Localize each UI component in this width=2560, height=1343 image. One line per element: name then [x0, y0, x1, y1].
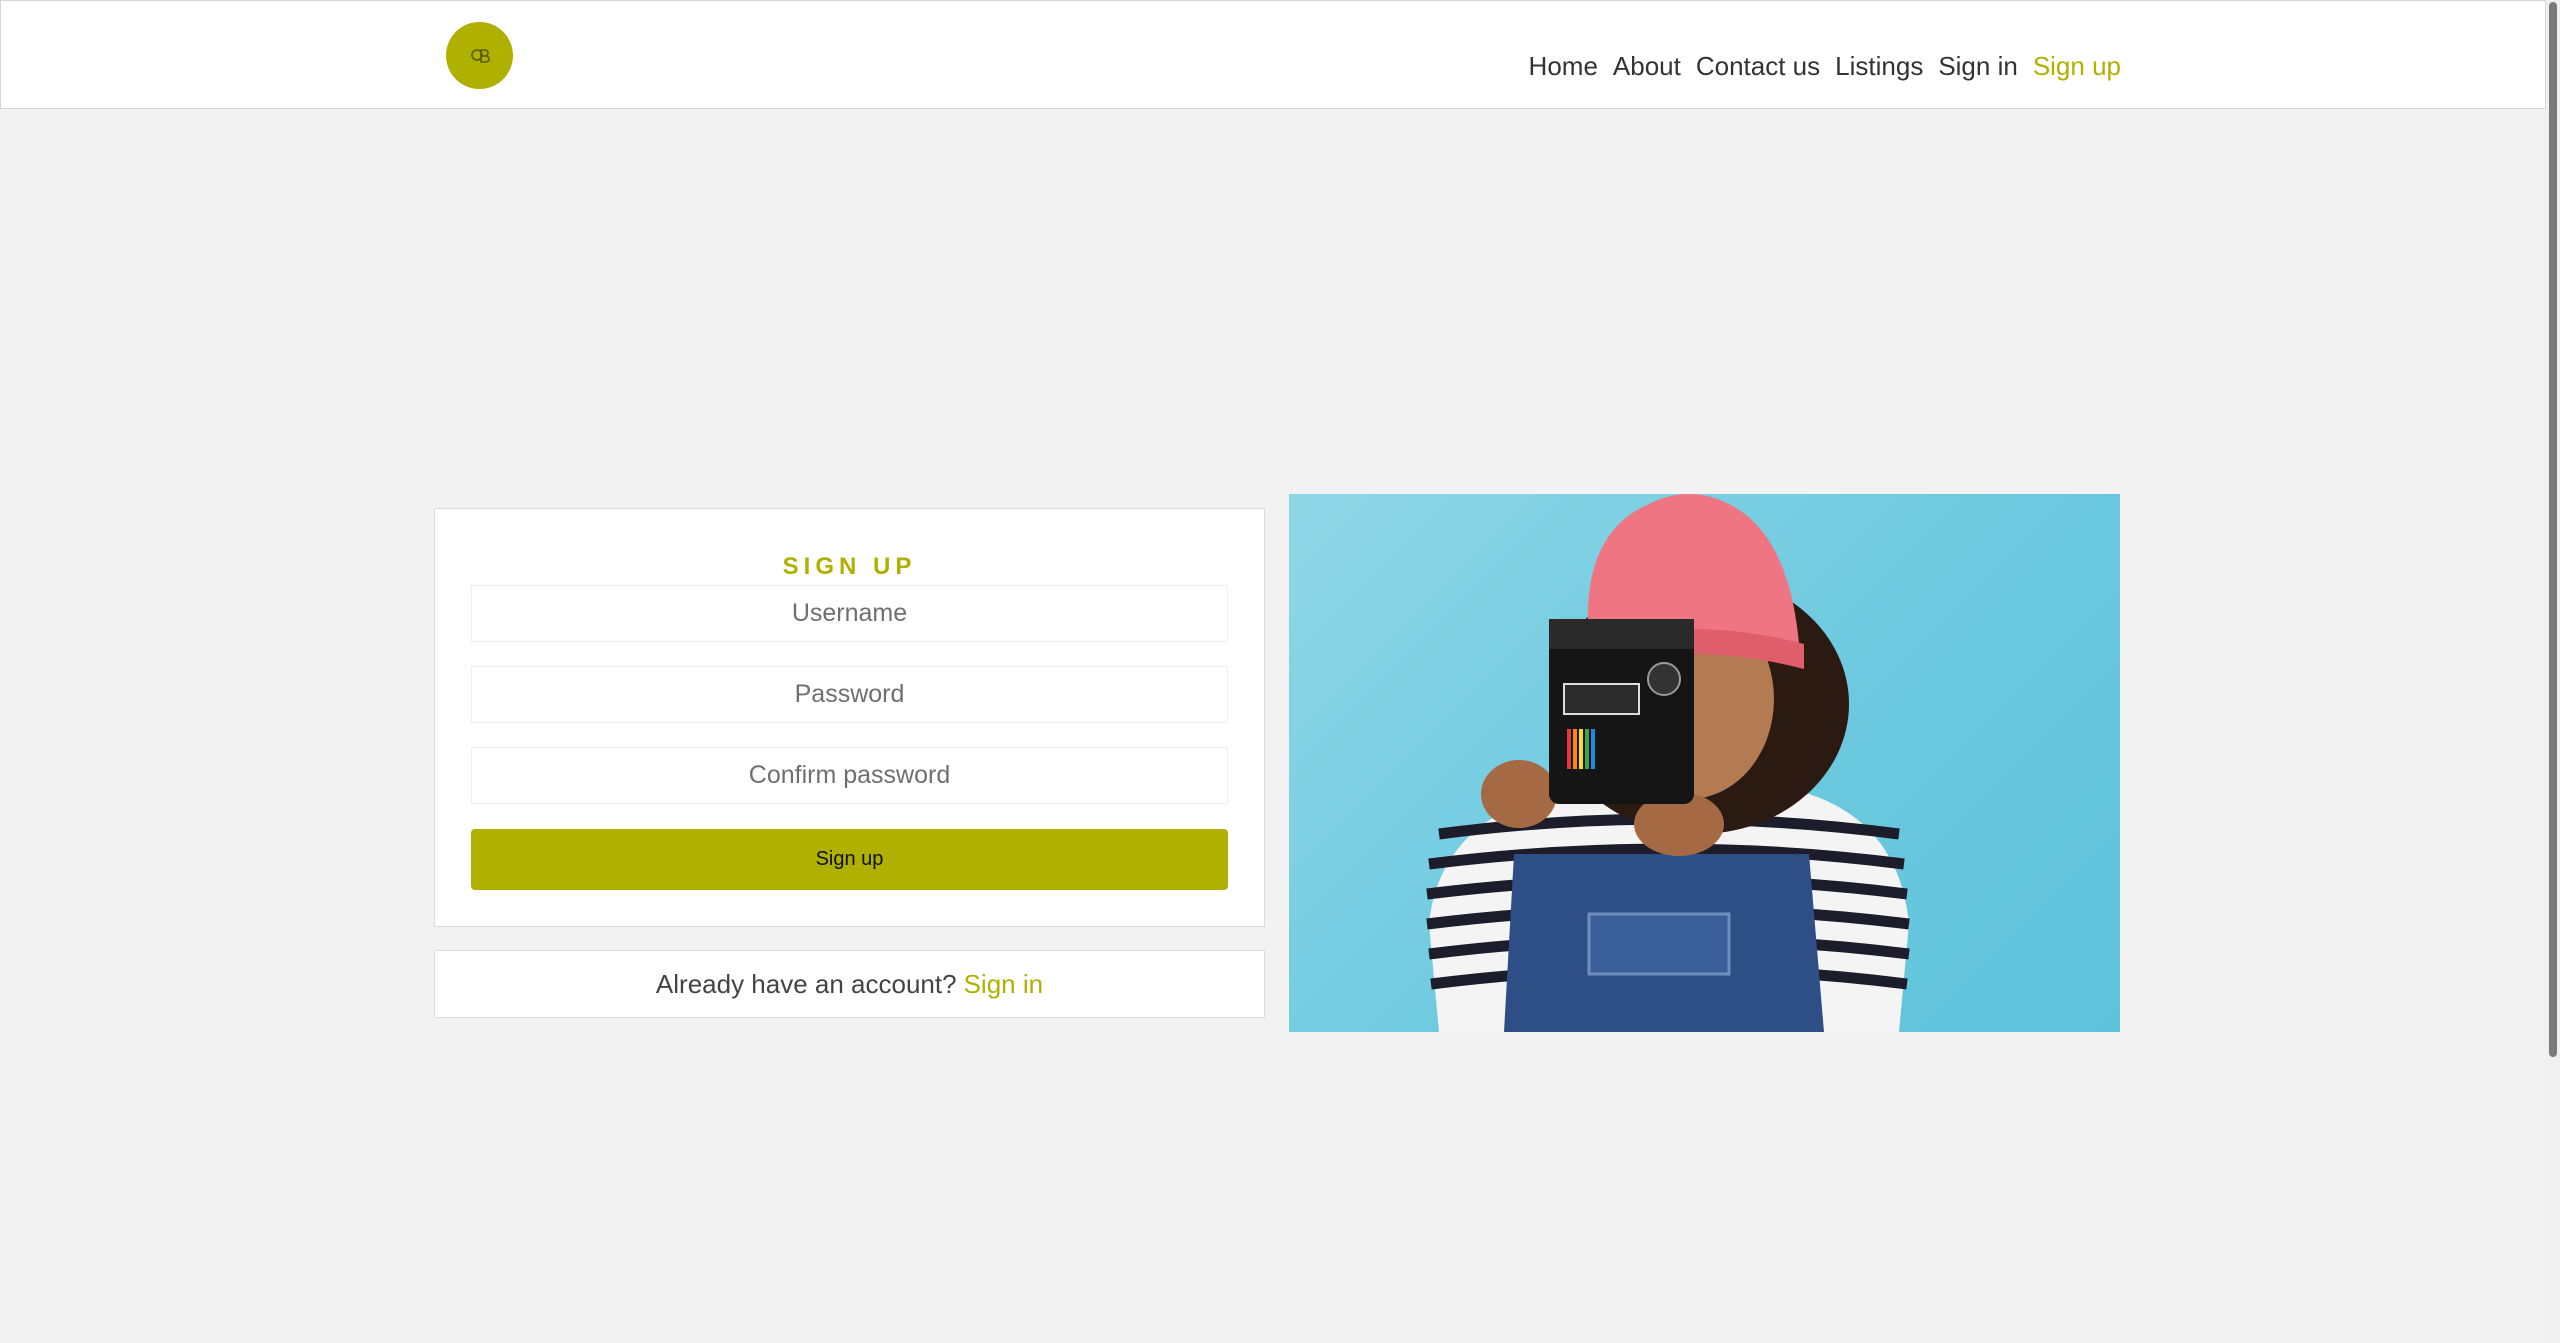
signup-button[interactable]: Sign up	[471, 829, 1228, 890]
main-nav: Home About Contact us Listings Sign in S…	[1529, 51, 2121, 82]
username-input[interactable]	[471, 585, 1228, 642]
signin-prompt-card: Already have an account? Sign in	[434, 950, 1265, 1018]
cb-logo-icon	[470, 48, 490, 63]
signup-form-card: SIGN UP Sign up	[434, 508, 1265, 927]
nav-signin-link[interactable]: Sign in	[1938, 51, 2018, 82]
page-scrollbar[interactable]	[2546, 0, 2560, 1343]
nav-listings-link[interactable]: Listings	[1835, 51, 1923, 82]
confirm-password-input[interactable]	[471, 747, 1228, 804]
child-with-camera-illustration	[1426, 494, 1910, 1032]
scrollbar-thumb[interactable]	[2549, 2, 2557, 1057]
signin-link[interactable]: Sign in	[964, 969, 1044, 1000]
nav-contact-link[interactable]: Contact us	[1696, 51, 1820, 82]
signup-title: SIGN UP	[782, 553, 917, 580]
nav-home-link[interactable]: Home	[1529, 51, 1598, 82]
password-input[interactable]	[471, 666, 1228, 723]
nav-signup-link[interactable]: Sign up	[2033, 51, 2121, 82]
top-navbar: Home About Contact us Listings Sign in S…	[0, 0, 2546, 109]
hero-photo	[1289, 494, 2120, 1032]
signin-prompt-text: Already have an account?	[655, 968, 957, 999]
site-logo[interactable]	[446, 22, 513, 89]
nav-about-link[interactable]: About	[1613, 51, 1681, 82]
